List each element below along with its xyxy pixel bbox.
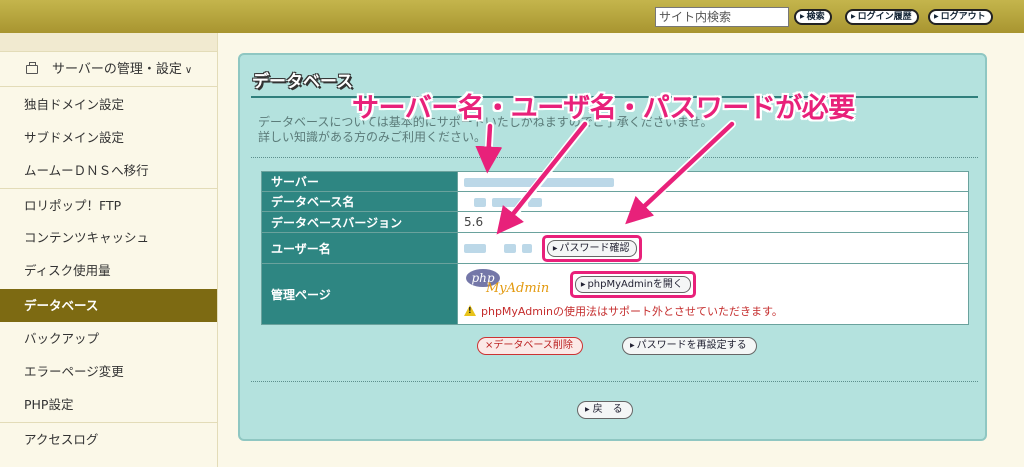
- server-value: [457, 171, 969, 192]
- page-title: データベース: [252, 72, 354, 92]
- sidebar: サーバーの管理・設定 ∨ 独自ドメイン設定 サブドメイン設定 ムームーＤＮＳへ移行…: [0, 33, 218, 467]
- sidebar-item-database[interactable]: データベース: [0, 289, 217, 322]
- open-phpmyadmin-button[interactable]: ▶ phpMyAdminを開く: [574, 275, 691, 293]
- sidebar-item-access-log[interactable]: アクセスログ: [0, 422, 217, 455]
- database-name-value: [457, 191, 969, 212]
- redacted-value: [464, 243, 486, 253]
- sidebar-item-backup[interactable]: バックアップ: [0, 322, 217, 355]
- admin-page-label: 管理ページ: [261, 263, 458, 325]
- database-info-table: サーバー データベース名 データベースバージョン 5.6 ユーザー名 ▶ パスワー…: [261, 171, 969, 325]
- table-row: データベースバージョン 5.6: [261, 211, 969, 233]
- logout-button[interactable]: ▶ ログアウト: [928, 9, 993, 25]
- sidebar-section-server-settings[interactable]: サーバーの管理・設定 ∨: [0, 53, 217, 87]
- sidebar-top-band: [0, 33, 217, 52]
- phpmyadmin-row: php MyAdmin ▶ phpMyAdminを開く: [464, 269, 968, 299]
- sidebar-item-custom-domain[interactable]: 独自ドメイン設定: [0, 88, 217, 121]
- redacted-value: [528, 197, 542, 207]
- server-label: サーバー: [261, 171, 458, 192]
- table-row: 管理ページ php MyAdmin ▶phpMyAdminを開く phpMyAd…: [261, 263, 969, 325]
- sidebar-item-subdomain[interactable]: サブドメイン設定: [0, 121, 217, 154]
- triangle-icon: ▶: [552, 244, 558, 252]
- password-confirm-button[interactable]: ▶ パスワード確認: [546, 239, 638, 257]
- highlight-box: ▶ パスワード確認: [541, 234, 643, 262]
- highlight-box: ▶ phpMyAdminを開く: [569, 270, 696, 298]
- sidebar-item-disk-usage[interactable]: ディスク使用量: [0, 254, 217, 287]
- top-header-bar: ▶検索 ▶ログイン履歴 ▶ログアウト: [0, 0, 1024, 33]
- redacted-value: [492, 197, 522, 207]
- search-button[interactable]: ▶ 検索: [794, 9, 832, 25]
- sidebar-item-muumuu-dns[interactable]: ムームーＤＮＳへ移行: [0, 154, 217, 187]
- database-version-value: 5.6: [457, 211, 969, 233]
- divider-bottom: [251, 381, 978, 382]
- annotation-label: サーバー名・ユーザ名・パスワードが必要: [352, 93, 855, 124]
- redacted-value: [464, 177, 614, 187]
- divider-top: [251, 157, 978, 158]
- table-row: データベース名: [261, 191, 969, 212]
- username-label: ユーザー名: [261, 232, 458, 264]
- sidebar-item-error-page[interactable]: エラーページ変更: [0, 355, 217, 388]
- redacted-value: [504, 243, 516, 253]
- sidebar-item-php-settings[interactable]: PHP設定: [0, 388, 217, 421]
- sidebar-item-lolipop-ftp[interactable]: ロリポップ！FTP: [0, 188, 217, 221]
- delete-database-button[interactable]: ×データベース削除: [477, 337, 583, 355]
- triangle-icon: ▶: [630, 342, 635, 349]
- back-button[interactable]: ▶ 戻 る: [577, 401, 633, 419]
- table-row: ユーザー名 ▶ パスワード確認: [261, 232, 969, 264]
- warning-icon: [464, 305, 476, 316]
- triangle-icon: ▶: [580, 280, 586, 288]
- phpmyadmin-logo: php MyAdmin: [464, 269, 562, 299]
- login-history-button[interactable]: ▶ ログイン履歴: [845, 9, 919, 25]
- triangle-icon: ▶: [851, 13, 856, 20]
- chevron-down-icon: ∨: [184, 65, 193, 76]
- username-value: ▶ パスワード確認: [457, 232, 969, 264]
- triangle-icon: ▶: [800, 13, 805, 20]
- triangle-icon: ▶: [585, 406, 590, 413]
- triangle-icon: ▶: [934, 13, 939, 20]
- reset-password-button[interactable]: ▶ パスワードを再設定する: [622, 337, 757, 355]
- redacted-value: [474, 197, 486, 207]
- warning-row: phpMyAdminの使用法はサポート外とさせていただきます。: [464, 303, 968, 319]
- table-row: サーバー: [261, 171, 969, 192]
- redacted-value: [522, 243, 532, 253]
- admin-page-value: php MyAdmin ▶phpMyAdminを開く phpMyAdminの使用…: [457, 263, 969, 325]
- sidebar-item-content-cache[interactable]: コンテンツキャッシュ: [0, 221, 217, 254]
- database-version-label: データベースバージョン: [261, 211, 458, 233]
- database-name-label: データベース名: [261, 191, 458, 212]
- printer-icon: [26, 62, 38, 74]
- site-search-input[interactable]: [655, 7, 789, 27]
